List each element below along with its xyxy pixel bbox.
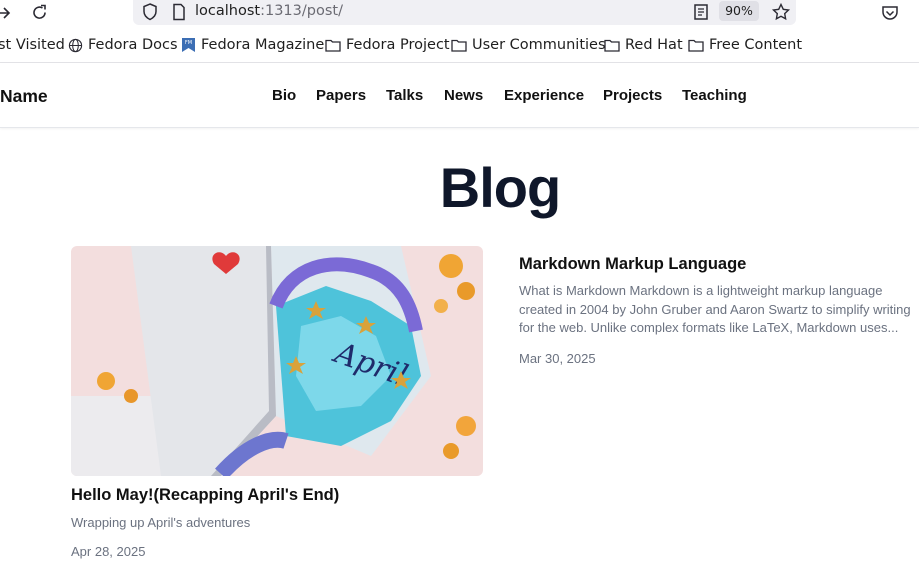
post-description: What is Markdown Markdown is a lightweig… [519,282,919,338]
post-date: Apr 28, 2025 [71,544,146,559]
post-description-line: created in 2004 by John Gruber and Aaron… [519,301,911,317]
nav-papers[interactable]: Papers [316,87,366,104]
url-bar[interactable]: localhost:1313/post/ 90% [133,0,796,25]
shield-icon[interactable] [140,2,160,22]
nav-projects[interactable]: Projects [603,87,662,104]
nav-news[interactable]: News [444,87,483,104]
folder-icon [688,39,704,52]
post-description: Wrapping up April's adventures [71,515,251,530]
url-text[interactable]: localhost:1313/post/ [195,3,343,19]
bookmark-free-content[interactable]: Free Content [688,37,802,53]
site-name[interactable]: Name [0,86,48,107]
bookmark-label: Fedora Docs [88,37,178,53]
bookmark-most-visited[interactable]: st Visited [0,37,65,53]
nav-experience[interactable]: Experience [504,87,584,104]
bookmark-fedora-project[interactable]: Fedora Project [325,37,450,53]
url-host: localhost [195,3,261,19]
forward-arrow-icon[interactable] [0,3,14,23]
nav-teaching[interactable]: Teaching [682,87,747,104]
bookmark-fedora-magazine[interactable]: FM Fedora Magazine [181,37,324,53]
notebook-illustration: April [71,246,483,476]
reader-view-icon[interactable] [691,2,711,22]
pocket-icon[interactable] [880,3,900,23]
post-title[interactable]: Hello May!(Recapping April's End) [71,486,339,505]
nav-bio[interactable]: Bio [272,87,296,104]
bookmark-red-hat[interactable]: Red Hat [604,37,683,53]
post-description-line: What is Markdown Markdown is a lightweig… [519,283,883,298]
bookmarks-bar: st Visited Fedora Docs FM Fedora Magazin… [0,30,919,63]
fedora-magazine-icon: FM [182,38,195,52]
bookmark-fedora-docs[interactable]: Fedora Docs [68,37,178,53]
bookmark-label: User Communities [472,37,606,53]
post-image[interactable]: April [71,246,483,476]
folder-icon [325,39,341,52]
svg-text:FM: FM [185,40,192,46]
url-path: :1313/post/ [260,3,343,19]
post-date: Mar 30, 2025 [519,351,596,366]
bookmark-label: Free Content [709,37,803,53]
globe-icon [68,38,83,52]
bookmark-label: Fedora Magazine [201,37,325,53]
bookmark-user-communities[interactable]: User Communities [451,37,606,53]
browser-toolbar: localhost:1313/post/ 90% [0,0,919,30]
bookmark-label: Red Hat [625,37,683,53]
nav-talks[interactable]: Talks [386,87,423,104]
zoom-level-badge[interactable]: 90% [719,1,759,21]
page-info-icon[interactable] [169,2,189,22]
folder-icon [451,39,467,52]
post-description-line: for the web. Unlike complex formats like… [519,320,899,335]
bookmark-star-icon[interactable] [771,2,791,22]
page-title: Blog [439,156,561,219]
folder-icon [604,39,620,52]
post-title[interactable]: Markdown Markup Language [519,255,746,274]
bookmark-label: Fedora Project [346,37,450,53]
bookmark-label: st Visited [0,37,65,53]
site-header: Name Bio Papers Talks News Experience Pr… [0,63,919,128]
reload-icon[interactable] [30,3,50,23]
